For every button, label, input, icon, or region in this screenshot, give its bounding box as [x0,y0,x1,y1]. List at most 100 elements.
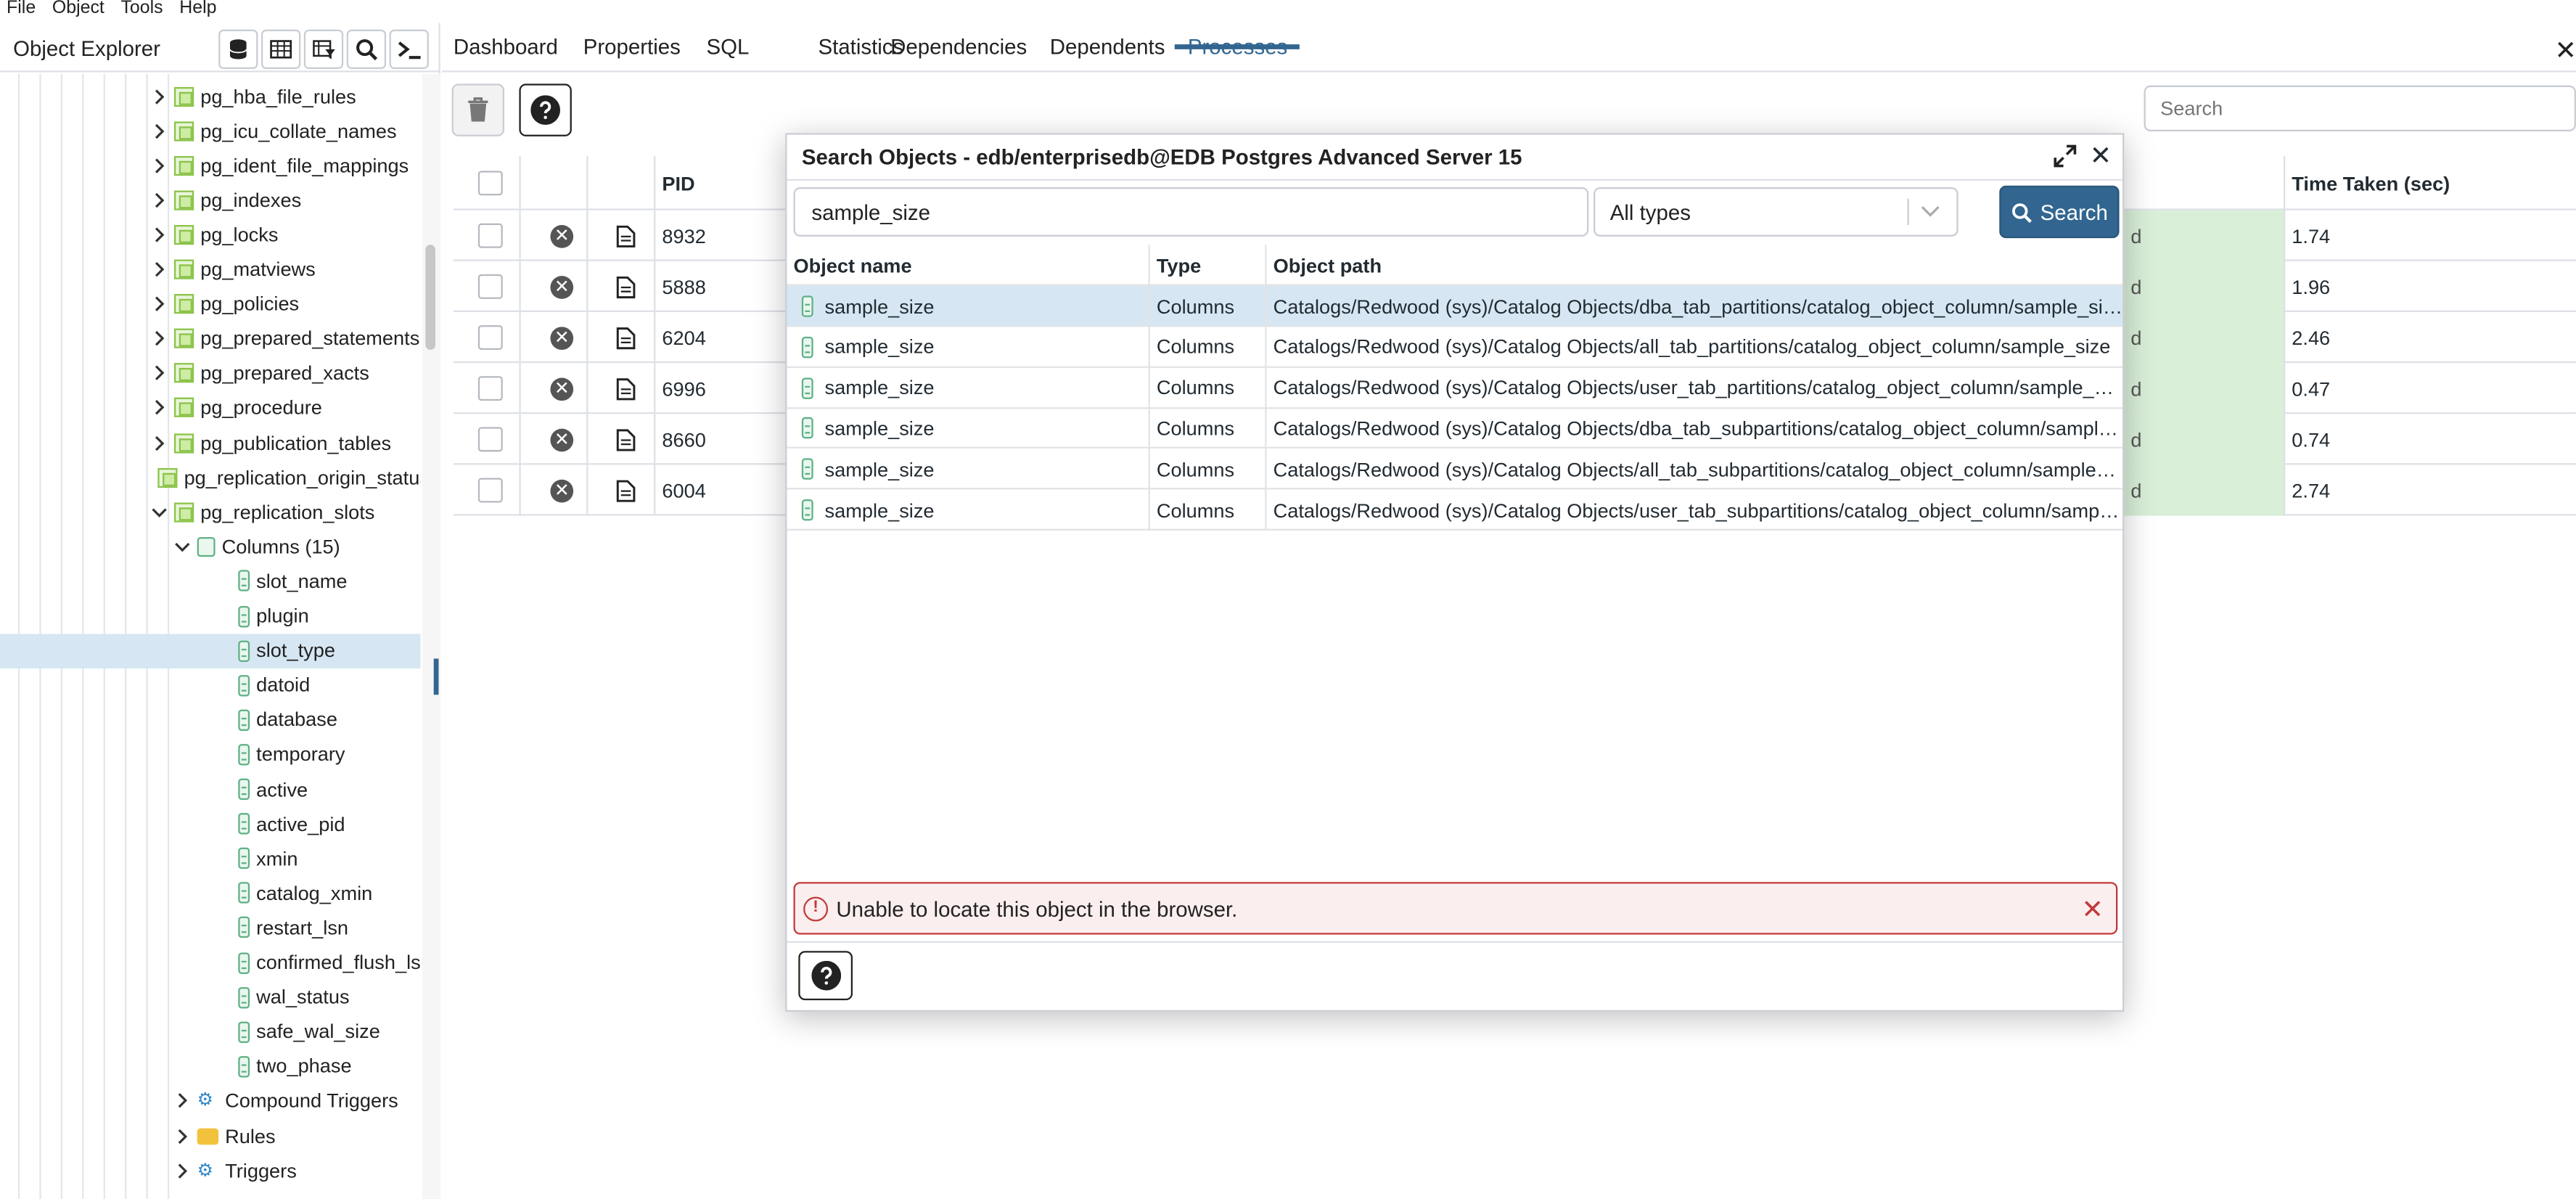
tree-item[interactable]: catalog_xmin [0,876,421,911]
processes-search-input[interactable] [2144,85,2576,132]
chevron-right-icon[interactable] [151,157,168,174]
row-checkbox[interactable] [477,223,503,248]
document-icon[interactable] [616,326,636,349]
tree-item[interactable]: confirmed_flush_lsn [0,945,421,980]
chevron-right-icon[interactable] [174,1162,191,1179]
object-search-input[interactable] [793,187,1589,237]
chevron-down-icon[interactable] [174,539,191,555]
row-checkbox[interactable] [477,325,503,351]
document-icon[interactable] [616,479,636,502]
chevron-right-icon[interactable] [151,261,168,278]
document-icon[interactable] [616,377,636,400]
grid-header-pid[interactable]: PID [655,156,787,210]
menu-object[interactable]: Object [52,0,104,23]
tree-item[interactable]: restart_lsn [0,911,421,946]
view-data-button[interactable] [261,29,301,70]
result-row[interactable]: sample_size Columns Catalogs/Redwood (sys)… [787,449,2123,490]
chevron-right-icon[interactable] [151,365,168,382]
chevron-right-icon[interactable] [151,296,168,313]
tree-item[interactable]: pg_replication_slots [0,495,421,530]
chevron-right-icon[interactable] [151,330,168,347]
error-close-icon[interactable]: ✕ [2081,893,2103,926]
cancel-query-icon[interactable]: ✕ [550,427,574,451]
tree-item[interactable]: datoid [0,668,421,703]
row-checkbox[interactable] [477,478,503,503]
header-object-name[interactable]: Object name [787,245,1150,286]
close-panel-icon[interactable]: ✕ [2555,35,2576,67]
maximize-icon[interactable] [2054,144,2077,168]
dialog-close-icon[interactable]: ✕ [2090,139,2112,172]
chevron-right-icon[interactable] [151,435,168,451]
tree-item[interactable]: pg_indexes [0,183,421,218]
chevron-right-icon[interactable] [151,400,168,417]
cancel-query-icon[interactable]: ✕ [550,326,574,349]
document-icon[interactable] [616,275,636,298]
chevron-right-icon[interactable] [174,1093,191,1110]
chevron-right-icon[interactable] [151,88,168,105]
menu-help[interactable]: Help [179,0,216,23]
select-all-checkbox[interactable] [477,171,503,196]
tree-item[interactable]: pg_icu_collate_names [0,113,421,148]
tree-item[interactable]: pg_ident_file_mappings [0,148,421,183]
tree-scrollbar-thumb[interactable] [425,245,435,351]
tree-item[interactable]: active_pid [0,806,421,841]
chevron-right-icon[interactable] [151,192,168,208]
tree-item[interactable]: xmin [0,841,421,876]
chevron-right-icon[interactable] [151,226,168,243]
tab-sql[interactable]: SQL [707,35,750,60]
chevron-down-icon[interactable] [151,504,168,520]
type-filter-select[interactable]: All types [1593,187,1958,237]
search-button[interactable]: Search [1999,185,2120,239]
query-tool-button[interactable] [218,29,258,70]
header-type[interactable]: Type [1150,245,1267,286]
result-row[interactable]: sample_size Columns Catalogs/Redwood (sys)… [787,285,2123,327]
row-checkbox[interactable] [477,376,503,401]
tree-item[interactable]: database [0,703,421,737]
tree-item[interactable]: pg_hba_file_rules [0,79,421,114]
tree-item[interactable]: pg_publication_tables [0,425,421,460]
tree-item[interactable]: temporary [0,737,421,772]
result-row[interactable]: sample_size Columns Catalogs/Redwood (sys)… [787,367,2123,409]
chevron-right-icon[interactable] [174,1128,191,1145]
row-checkbox[interactable] [477,274,503,299]
cancel-query-icon[interactable]: ✕ [550,478,574,502]
tree-item[interactable]: ⚙ Compound Triggers [0,1084,421,1118]
tree-item[interactable]: slot_type [0,633,421,668]
tree-item[interactable]: pg_matviews [0,252,421,287]
menu-tools[interactable]: Tools [120,0,163,23]
tree-item[interactable]: ⚙ Triggers [0,1153,421,1188]
help-button[interactable] [519,83,572,136]
tree-item[interactable]: pg_prepared_xacts [0,356,421,391]
dialog-title-bar[interactable]: Search Objects - edb/enterprisedb@EDB Po… [787,135,2123,181]
tree-item[interactable]: pg_locks [0,218,421,253]
tab-dependencies[interactable]: Dependencies [890,35,1027,60]
tree-item[interactable]: plugin [0,599,421,634]
tree-item[interactable]: active [0,772,421,807]
tree-item[interactable]: Columns (15) [0,529,421,564]
tree-item[interactable]: pg_procedure [0,390,421,425]
cancel-query-icon[interactable]: ✕ [550,377,574,401]
chevron-right-icon[interactable] [151,123,168,139]
tree-item[interactable]: pg_policies [0,287,421,322]
cancel-query-icon[interactable]: ✕ [550,275,574,298]
tree-item[interactable]: two_phase [0,1049,421,1084]
header-object-path[interactable]: Object path [1267,245,2123,286]
result-row[interactable]: sample_size Columns Catalogs/Redwood (sys)… [787,489,2123,531]
row-checkbox[interactable] [477,427,503,452]
tree-item[interactable]: pg_replication_origin_status [0,460,421,495]
delete-button[interactable] [451,83,505,136]
tab-dashboard[interactable]: Dashboard [454,35,558,60]
result-row[interactable]: sample_size Columns Catalogs/Redwood (sys)… [787,326,2123,368]
result-row[interactable]: sample_size Columns Catalogs/Redwood (sys)… [787,408,2123,449]
cancel-query-icon[interactable]: ✕ [550,224,574,247]
document-icon[interactable] [616,428,636,451]
search-objects-button[interactable] [346,29,387,70]
menu-file[interactable]: File [7,0,36,23]
tab-dependents[interactable]: Dependents [1050,35,1165,60]
filter-rows-button[interactable] [303,29,344,70]
tree-item[interactable]: slot_name [0,564,421,599]
document-icon[interactable] [616,224,636,247]
tree-item[interactable]: pg_prepared_statements [0,322,421,356]
tree-scrollbar[interactable] [422,73,440,1199]
tree-item[interactable]: safe_wal_size [0,1015,421,1049]
